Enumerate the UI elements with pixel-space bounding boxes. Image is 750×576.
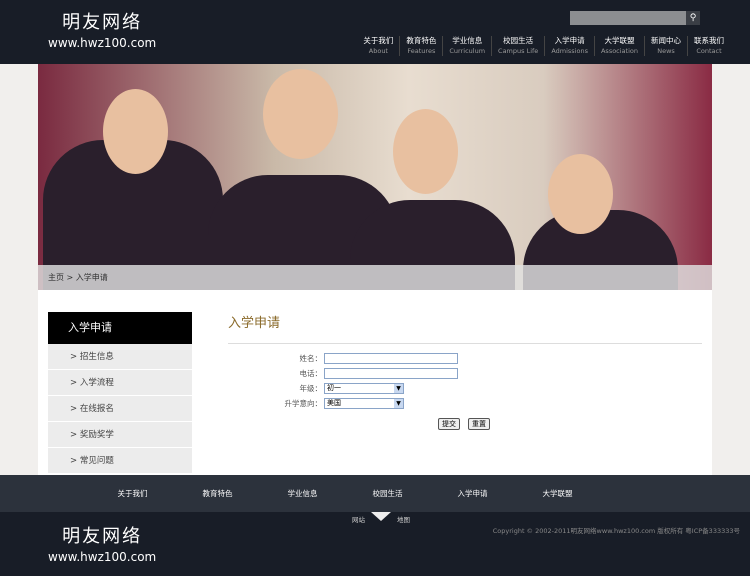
student-face [548, 154, 613, 234]
submit-button[interactable]: 提交 [438, 418, 460, 430]
student-face [393, 109, 458, 194]
grade-select[interactable]: 初一 ▼ [324, 382, 404, 394]
content-area: 入学申请 > 招生信息 > 入学流程 > 在线报名 > 奖励奖学 > 常见问题 … [38, 290, 712, 475]
nav-features[interactable]: 教育特色 Features [399, 36, 442, 56]
search-box: ⚲ [570, 11, 700, 25]
nav-label: 大学联盟 [604, 36, 635, 45]
breadcrumb: 主页 > 入学申请 [38, 265, 712, 290]
nav-label: 学业信息 [452, 36, 483, 45]
sitemap-toggle[interactable]: 网站 地图 [352, 512, 410, 524]
student-face [263, 69, 338, 159]
logo-domain: www.hwz100.com [48, 36, 157, 50]
nav-admissions[interactable]: 入学申请 Admissions [544, 36, 594, 56]
nav-label: 联系我们 [694, 36, 724, 45]
logo-domain: www.hwz100.com [48, 550, 157, 564]
reset-button[interactable]: 重置 [468, 418, 490, 430]
footer-link-association[interactable]: 大学联盟 [515, 475, 600, 512]
search-input[interactable] [570, 11, 686, 25]
nav-about[interactable]: 关于我们 About [357, 36, 399, 56]
copyright: Copyright © 2002-2011明友网络www.hwz100.com … [492, 527, 740, 535]
footer-link-campus-life[interactable]: 校园生活 [345, 475, 430, 512]
footer-nav: 关于我们 教育特色 学业信息 校园生活 入学申请 大学联盟 [0, 475, 750, 512]
grade-value: 初一 [327, 383, 341, 392]
sidebar-item-enrollment-info[interactable]: > 招生信息 [48, 344, 192, 370]
sidebar-title: 入学申请 [48, 312, 192, 344]
logo-name: 明友网络 [62, 526, 143, 547]
sitemap-label-right: 地图 [397, 516, 410, 524]
intent-value: 美国 [327, 398, 341, 407]
application-form: 入学申请 姓名： 电话： 年级： 初一 ▼ 升学意向： 美国 ▼ 提交 重置 [228, 312, 702, 430]
footer: 明友网络 www.hwz100.com 网站 地图 Copyright © 20… [0, 512, 750, 576]
sidebar-item-admission-process[interactable]: > 入学流程 [48, 370, 192, 396]
student-face [103, 89, 168, 174]
chevron-down-icon: ▼ [394, 398, 403, 408]
intent-label: 升学意向： [284, 398, 323, 408]
nav-association[interactable]: 大学联盟 Association [593, 36, 644, 56]
intent-select[interactable]: 美国 ▼ [324, 397, 404, 409]
header: 明友网络 www.hwz100.com ⚲ 关于我们 About 教育特色 Feat… [0, 0, 750, 64]
search-icon[interactable]: ⚲ [686, 11, 700, 25]
logo[interactable]: 明友网络 www.hwz100.com [48, 8, 156, 50]
phone-label: 电话： [299, 368, 323, 378]
nav-campus-life[interactable]: 校园生活 Campus Life [491, 36, 544, 56]
footer-link-curriculum[interactable]: 学业信息 [260, 475, 345, 512]
footer-link-admissions[interactable]: 入学申请 [430, 475, 515, 512]
nav-news[interactable]: 新闻中心 News [644, 36, 687, 56]
nav-sublabel: Contact [696, 47, 722, 55]
nav-label: 教育特色 [406, 36, 437, 45]
footer-link-features[interactable]: 教育特色 [175, 475, 260, 512]
banner-photo: 主页 > 入学申请 [38, 64, 712, 290]
name-label: 姓名： [299, 353, 323, 363]
nav-sublabel: About [368, 47, 388, 55]
grade-label: 年级： [299, 383, 323, 393]
sidebar-item-faq[interactable]: > 常见问题 [48, 448, 192, 474]
nav-sublabel: Features [407, 47, 436, 55]
sidebar-item-scholarships[interactable]: > 奖励奖学 [48, 422, 192, 448]
logo-name: 明友网络 [62, 12, 143, 33]
main-nav: 关于我们 About 教育特色 Features 学业信息 Curriculum 校园… [357, 36, 730, 56]
nav-sublabel: Admissions [551, 47, 588, 55]
triangle-down-icon [371, 512, 391, 521]
page-title: 入学申请 [228, 312, 702, 344]
sidebar: 入学申请 > 招生信息 > 入学流程 > 在线报名 > 奖励奖学 > 常见问题 [48, 312, 192, 474]
nav-sublabel: Campus Life [498, 47, 539, 55]
nav-label: 关于我们 [363, 36, 394, 45]
nav-contact[interactable]: 联系我们 Contact [687, 36, 730, 56]
nav-label: 校园生活 [503, 36, 534, 45]
sitemap-label-left: 网站 [352, 516, 365, 524]
footer-logo: 明友网络 www.hwz100.com [48, 522, 156, 564]
name-field[interactable] [324, 352, 458, 364]
nav-sublabel: Curriculum [449, 47, 486, 55]
nav-label: 入学申请 [554, 36, 585, 45]
phone-field[interactable] [324, 367, 458, 379]
nav-label: 新闻中心 [651, 36, 681, 45]
sidebar-item-online-signup[interactable]: > 在线报名 [48, 396, 192, 422]
chevron-down-icon: ▼ [394, 383, 403, 393]
footer-link-about[interactable]: 关于我们 [90, 475, 175, 512]
nav-sublabel: News [657, 47, 675, 55]
nav-sublabel: Association [600, 47, 638, 55]
nav-curriculum[interactable]: 学业信息 Curriculum [442, 36, 491, 56]
